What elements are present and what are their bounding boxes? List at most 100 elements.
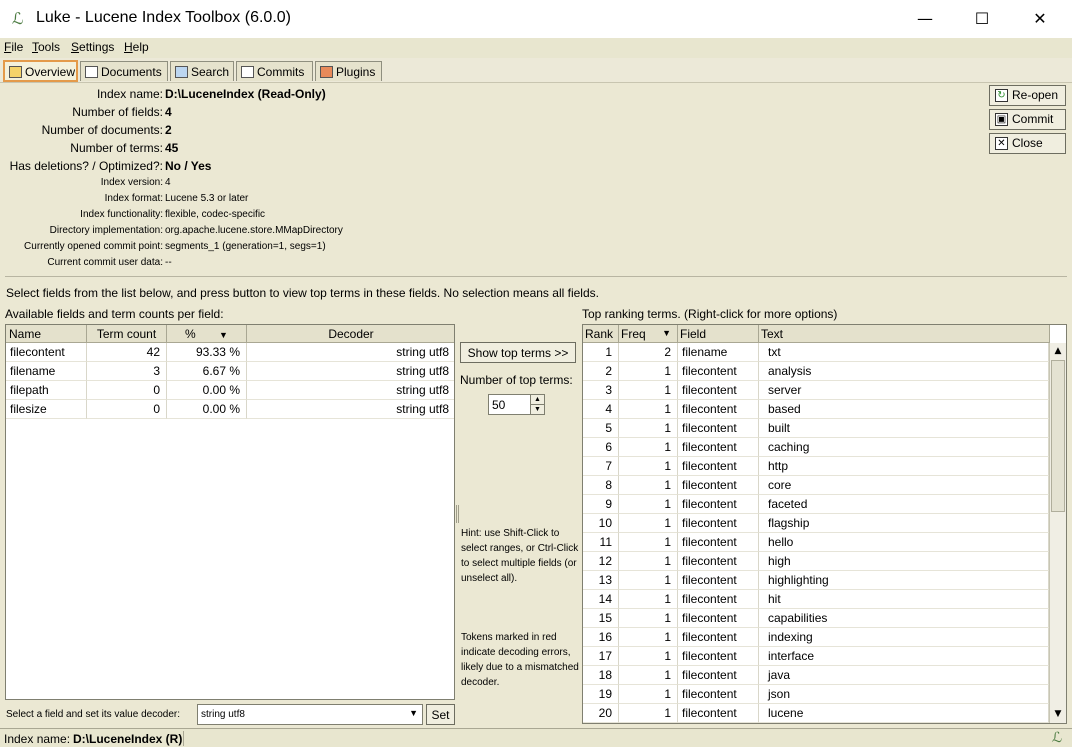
term-row-cell[interactable]: filecontent <box>678 685 759 704</box>
term-row-cell[interactable]: txt <box>759 343 1049 362</box>
term-row-cell[interactable]: filecontent <box>678 609 759 628</box>
term-row-cell[interactable]: faceted <box>759 495 1049 514</box>
term-row-cell[interactable]: filecontent <box>678 457 759 476</box>
term-row-cell[interactable]: 2 <box>583 362 619 381</box>
term-row-cell[interactable]: filecontent <box>678 400 759 419</box>
field-row-cell[interactable]: filepath <box>6 381 87 400</box>
term-row-cell[interactable]: filecontent <box>678 419 759 438</box>
menu-settings[interactable]: Settings <box>71 40 114 54</box>
term-row-cell[interactable]: based <box>759 400 1049 419</box>
term-row-cell[interactable]: interface <box>759 647 1049 666</box>
term-row-cell[interactable]: 1 <box>619 514 678 533</box>
term-row-cell[interactable]: filecontent <box>678 666 759 685</box>
field-row-cell[interactable]: filesize <box>6 400 87 419</box>
col-name-header[interactable]: Name <box>6 325 87 343</box>
term-row-cell[interactable]: 12 <box>583 552 619 571</box>
term-row-cell[interactable]: 1 <box>619 438 678 457</box>
term-row-cell[interactable]: 1 <box>619 628 678 647</box>
term-row-cell[interactable]: 1 <box>619 704 678 723</box>
term-row-cell[interactable]: hello <box>759 533 1049 552</box>
term-row-cell[interactable]: filecontent <box>678 495 759 514</box>
field-row-cell[interactable]: 93.33 % <box>167 343 247 362</box>
term-row-cell[interactable]: lucene <box>759 704 1049 723</box>
splitter-handle[interactable] <box>456 505 459 523</box>
term-row-cell[interactable]: 3 <box>583 381 619 400</box>
term-row-cell[interactable]: core <box>759 476 1049 495</box>
term-row-cell[interactable]: hit <box>759 590 1049 609</box>
term-row-cell[interactable]: 13 <box>583 571 619 590</box>
term-row-cell[interactable]: 1 <box>619 647 678 666</box>
term-row-cell[interactable]: 20 <box>583 704 619 723</box>
term-row-cell[interactable]: http <box>759 457 1049 476</box>
term-row-cell[interactable]: caching <box>759 438 1049 457</box>
term-row-cell[interactable]: 1 <box>619 362 678 381</box>
tab-documents[interactable]: Documents <box>80 61 168 81</box>
term-row-cell[interactable]: filecontent <box>678 438 759 457</box>
term-row-cell[interactable]: 1 <box>619 685 678 704</box>
col-decoder-header[interactable]: Decoder <box>247 325 454 343</box>
term-row-cell[interactable]: 1 <box>619 571 678 590</box>
term-row-cell[interactable]: capabilities <box>759 609 1049 628</box>
term-row-cell[interactable]: filecontent <box>678 647 759 666</box>
tab-plugins[interactable]: Plugins <box>315 61 382 81</box>
term-row-cell[interactable]: filecontent <box>678 590 759 609</box>
term-row-cell[interactable]: filecontent <box>678 571 759 590</box>
field-row-cell[interactable]: 0.00 % <box>167 381 247 400</box>
field-row-cell[interactable]: 3 <box>87 362 167 381</box>
term-row-cell[interactable]: 1 <box>619 533 678 552</box>
term-row-cell[interactable]: 1 <box>619 666 678 685</box>
term-row-cell[interactable]: high <box>759 552 1049 571</box>
term-row-cell[interactable]: 19 <box>583 685 619 704</box>
term-row-cell[interactable]: analysis <box>759 362 1049 381</box>
tab-search[interactable]: Search <box>170 61 234 81</box>
term-row-cell[interactable]: 18 <box>583 666 619 685</box>
num-top-terms-spinner[interactable]: 50 ▲ ▼ <box>488 394 545 415</box>
term-row-cell[interactable]: 5 <box>583 419 619 438</box>
term-row-cell[interactable]: 2 <box>619 343 678 362</box>
commit-button[interactable]: ▣ Commit <box>989 109 1066 130</box>
field-row-cell[interactable]: 6.67 % <box>167 362 247 381</box>
term-row-cell[interactable]: 1 <box>619 400 678 419</box>
term-row-cell[interactable]: 16 <box>583 628 619 647</box>
set-decoder-button[interactable]: Set <box>426 704 455 725</box>
col-termcount-header[interactable]: Term count <box>87 325 167 343</box>
term-row-cell[interactable]: 1 <box>619 476 678 495</box>
field-row-cell[interactable]: string utf8 <box>247 400 454 419</box>
term-row-cell[interactable]: 10 <box>583 514 619 533</box>
term-row-cell[interactable]: indexing <box>759 628 1049 647</box>
close-index-button[interactable]: ✕ Close <box>989 133 1066 154</box>
term-row-cell[interactable]: filecontent <box>678 514 759 533</box>
term-row-cell[interactable]: built <box>759 419 1049 438</box>
term-row-cell[interactable]: 1 <box>619 609 678 628</box>
field-row-cell[interactable]: filename <box>6 362 87 381</box>
term-row-cell[interactable]: filecontent <box>678 476 759 495</box>
term-row-cell[interactable]: 1 <box>583 343 619 362</box>
field-row-cell[interactable]: filecontent <box>6 343 87 362</box>
term-row-cell[interactable]: filecontent <box>678 628 759 647</box>
decoder-select[interactable]: string utf8 ▼ <box>197 704 423 725</box>
col-freq-header[interactable]: Freq ▼ <box>619 325 678 343</box>
menu-help[interactable]: Help <box>124 40 149 54</box>
spinner-down-icon[interactable]: ▼ <box>530 405 544 414</box>
term-row-cell[interactable]: 1 <box>619 590 678 609</box>
minimize-button[interactable]: — <box>896 0 954 38</box>
term-row-cell[interactable]: 1 <box>619 552 678 571</box>
term-row-cell[interactable]: filecontent <box>678 362 759 381</box>
field-row-cell[interactable]: 0.00 % <box>167 400 247 419</box>
maximize-button[interactable]: ☐ <box>953 0 1011 38</box>
term-row-cell[interactable]: flagship <box>759 514 1049 533</box>
term-row-cell[interactable]: filecontent <box>678 552 759 571</box>
col-rank-header[interactable]: Rank <box>583 325 619 343</box>
term-row-cell[interactable]: 8 <box>583 476 619 495</box>
field-row-cell[interactable]: string utf8 <box>247 343 454 362</box>
scroll-down-icon[interactable]: ▼ <box>1050 706 1066 722</box>
term-row-cell[interactable]: filecontent <box>678 381 759 400</box>
field-row-cell[interactable]: 0 <box>87 381 167 400</box>
term-row-cell[interactable]: 15 <box>583 609 619 628</box>
tab-overview[interactable]: Overview <box>3 60 78 82</box>
term-row-cell[interactable]: 6 <box>583 438 619 457</box>
menu-file[interactable]: File <box>4 40 23 54</box>
terms-scrollbar[interactable]: ▲ ▼ <box>1049 343 1066 723</box>
term-row-cell[interactable]: 7 <box>583 457 619 476</box>
reopen-button[interactable]: ↻ Re-open <box>989 85 1066 106</box>
